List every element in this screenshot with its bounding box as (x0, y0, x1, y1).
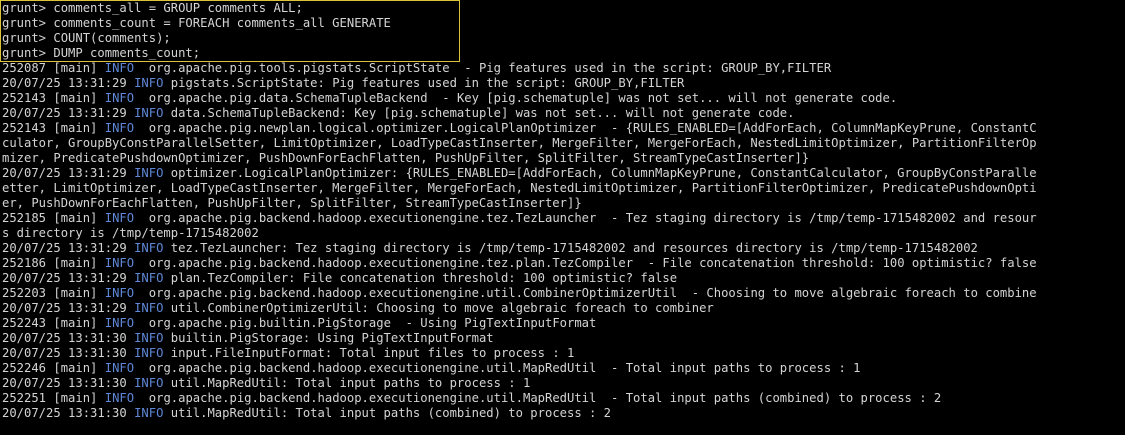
log-message: org.apache.pig.backend.hadoop.executione… (134, 211, 1037, 225)
log-level: INFO (134, 346, 164, 360)
log-message: pigstats.ScriptState: Pig features used … (163, 76, 685, 90)
log-line: 20/07/25 13:31:30 INFO input.FileInputFo… (2, 346, 1125, 361)
log-prefix: 20/07/25 13:31:30 (2, 331, 135, 345)
log-message: plan.TezCompiler: File concatenation thr… (163, 271, 678, 285)
log-message: s directory is /tmp/temp-1715482002 (2, 226, 259, 240)
log-line: 20/07/25 13:31:29 INFO data.SchemaTupleB… (2, 106, 1125, 121)
log-prefix: 252246 [main] (2, 361, 105, 375)
log-line: 252143 [main] INFO org.apache.pig.data.S… (2, 91, 1125, 106)
log-message: org.apache.pig.tools.pigstats.ScriptStat… (134, 61, 832, 75)
log-level: INFO (134, 271, 164, 285)
log-prefix: 252185 [main] (2, 211, 105, 225)
log-prefix: 20/07/25 13:31:29 (2, 76, 135, 90)
log-line: 252243 [main] INFO org.apache.pig.builti… (2, 316, 1125, 331)
log-prefix: 252186 [main] (2, 256, 105, 270)
log-level: INFO (104, 391, 135, 405)
log-level: INFO (134, 376, 164, 390)
command-line: grunt> DUMP comments_count; (2, 46, 201, 60)
log-message: tez.TezLauncher: Tez staging directory i… (163, 241, 978, 255)
log-line: 20/07/25 13:31:29 INFO plan.TezCompiler:… (2, 271, 1125, 286)
log-prefix: 20/07/25 13:31:30 (2, 346, 135, 360)
log-line: 252087 [main] INFO org.apache.pig.tools.… (2, 61, 1125, 76)
log-message: util.MapRedUtil: Total input paths (comb… (163, 406, 612, 420)
log-output: 252087 [main] INFO org.apache.pig.tools.… (2, 61, 1125, 421)
log-level: INFO (134, 166, 164, 180)
command-line: grunt> COUNT(comments); (2, 31, 171, 45)
log-line: 20/07/25 13:31:30 INFO util.MapRedUtil: … (2, 406, 1125, 421)
log-message: util.CombinerOptimizerUtil: Choosing to … (163, 301, 714, 315)
log-prefix: 20/07/25 13:31:30 (2, 406, 135, 420)
log-line: 252143 [main] INFO org.apache.pig.newpla… (2, 121, 1125, 136)
log-line: er, PushDownForEachFlatten, PushUpFilter… (2, 196, 1125, 211)
log-message: org.apache.pig.backend.hadoop.executione… (134, 286, 1037, 300)
log-line: 20/07/25 13:31:29 INFO tez.TezLauncher: … (2, 241, 1125, 256)
log-message: org.apache.pig.backend.hadoop.executione… (134, 361, 861, 375)
log-line: 252185 [main] INFO org.apache.pig.backen… (2, 211, 1125, 226)
log-message: util.MapRedUtil: Total input paths to pr… (163, 376, 531, 390)
log-line: 252203 [main] INFO org.apache.pig.backen… (2, 286, 1125, 301)
log-message: etter, LimitOptimizer, LoadTypeCastInser… (2, 181, 1037, 195)
log-level: INFO (104, 286, 135, 300)
log-prefix: 20/07/25 13:31:29 (2, 241, 135, 255)
log-line: 20/07/25 13:31:30 INFO util.MapRedUtil: … (2, 376, 1125, 391)
log-prefix: 20/07/25 13:31:29 (2, 166, 135, 180)
log-level: INFO (104, 91, 135, 105)
command-block: grunt> comments_all = GROUP comments ALL… (2, 1, 1125, 61)
log-level: INFO (104, 211, 135, 225)
log-message: builtin.PigStorage: Using PigTextInputFo… (163, 331, 494, 345)
log-level: INFO (134, 241, 164, 255)
log-prefix: 252143 [main] (2, 91, 105, 105)
log-line: mizer, PredicatePushdownOptimizer, PushD… (2, 151, 1125, 166)
log-message: er, PushDownForEachFlatten, PushUpFilter… (2, 196, 582, 210)
log-line: etter, LimitOptimizer, LoadTypeCastInser… (2, 181, 1125, 196)
log-line: 20/07/25 13:31:30 INFO builtin.PigStorag… (2, 331, 1125, 346)
log-message: org.apache.pig.builtin.PigStorage - Usin… (134, 316, 597, 330)
log-level: INFO (104, 256, 135, 270)
log-level: INFO (104, 61, 135, 75)
log-prefix: 252243 [main] (2, 316, 105, 330)
log-level: INFO (134, 331, 164, 345)
command-line: grunt> comments_count = FOREACH comments… (2, 16, 391, 30)
log-level: INFO (104, 121, 135, 135)
log-prefix: 252143 [main] (2, 121, 105, 135)
command-line: grunt> comments_all = GROUP comments ALL… (2, 1, 303, 15)
log-level: INFO (134, 406, 164, 420)
log-line: 252186 [main] INFO org.apache.pig.backen… (2, 256, 1125, 271)
log-line: 20/07/25 13:31:29 INFO util.CombinerOpti… (2, 301, 1125, 316)
log-line: 252251 [main] INFO org.apache.pig.backen… (2, 391, 1125, 406)
log-message: org.apache.pig.newplan.logical.optimizer… (134, 121, 1037, 135)
log-level: INFO (134, 106, 164, 120)
log-line: s directory is /tmp/temp-1715482002 (2, 226, 1125, 241)
log-line: 20/07/25 13:31:29 INFO pigstats.ScriptSt… (2, 76, 1125, 91)
log-prefix: 20/07/25 13:31:29 (2, 301, 135, 315)
log-prefix: 252203 [main] (2, 286, 105, 300)
log-level: INFO (134, 76, 164, 90)
log-level: INFO (134, 301, 164, 315)
log-prefix: 252251 [main] (2, 391, 105, 405)
log-message: culator, GroupByConstParallelSetter, Lim… (2, 136, 1037, 150)
log-prefix: 252087 [main] (2, 61, 105, 75)
log-prefix: 20/07/25 13:31:29 (2, 271, 135, 285)
log-line: 20/07/25 13:31:29 INFO optimizer.Logical… (2, 166, 1125, 181)
log-message: input.FileInputFormat: Total input files… (163, 346, 575, 360)
log-message: org.apache.pig.backend.hadoop.executione… (134, 256, 1037, 270)
terminal-window[interactable]: grunt> comments_all = GROUP comments ALL… (0, 0, 1125, 435)
log-message: org.apache.pig.backend.hadoop.executione… (134, 391, 942, 405)
log-prefix: 20/07/25 13:31:29 (2, 106, 135, 120)
log-level: INFO (104, 316, 135, 330)
log-line: 252246 [main] INFO org.apache.pig.backen… (2, 361, 1125, 376)
log-message: org.apache.pig.data.SchemaTupleBackend -… (134, 91, 898, 105)
log-message: optimizer.LogicalPlanOptimizer: {RULES_E… (163, 166, 1037, 180)
log-level: INFO (104, 361, 135, 375)
log-prefix: 20/07/25 13:31:30 (2, 376, 135, 390)
log-message: mizer, PredicatePushdownOptimizer, PushD… (2, 151, 810, 165)
log-line: culator, GroupByConstParallelSetter, Lim… (2, 136, 1125, 151)
log-message: data.SchemaTupleBackend: Key [pig.schema… (163, 106, 795, 120)
